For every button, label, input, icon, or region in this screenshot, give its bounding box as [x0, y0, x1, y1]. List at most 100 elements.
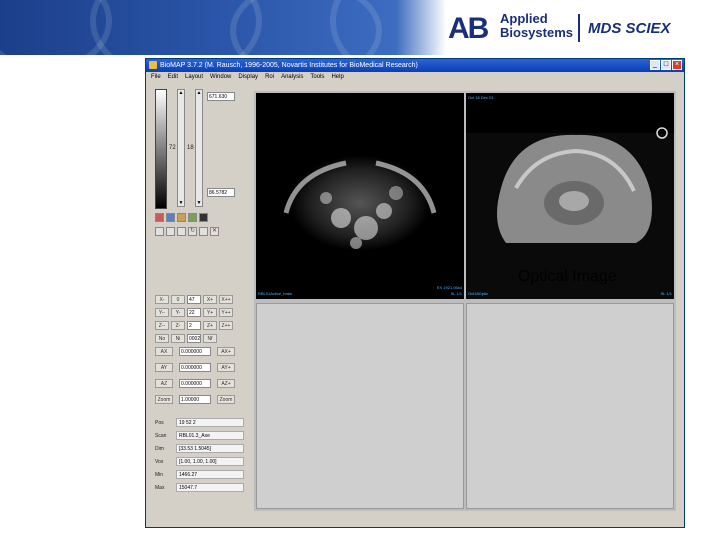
pane-filename: Oct18Optic: [468, 291, 489, 296]
nav-button[interactable]: Ni: [171, 334, 185, 343]
menu-bar: File Edit Layout Window Display Roi Anal…: [146, 72, 684, 83]
transform-value-field[interactable]: 0.000000: [179, 347, 211, 356]
slider-tick-label: 72: [169, 145, 176, 151]
nav-field[interactable]: 2: [187, 321, 201, 330]
menu-roi[interactable]: Roi: [265, 72, 274, 83]
menu-edit[interactable]: Edit: [168, 72, 178, 83]
grayscale-colorbar: [155, 89, 167, 209]
window-max-slider[interactable]: ▲ ▼: [195, 89, 203, 207]
transform-plus-button[interactable]: AY+: [217, 363, 235, 372]
info-value: 1466.27: [176, 470, 244, 479]
mds-sciex-logo: MDS SCIEX: [588, 20, 671, 37]
control-panel: ▲ ▼ ▲ ▼ 72 18 671.630 86.5782 ↻ ✕ X- 0 X+ X…: [149, 85, 251, 525]
nav-button[interactable]: X+: [203, 295, 217, 304]
transform-value-field[interactable]: 1.00000: [179, 395, 211, 404]
refresh-icon[interactable]: ↻: [188, 227, 197, 236]
nav-button[interactable]: Z++: [219, 321, 233, 330]
drop-icon[interactable]: [166, 213, 175, 222]
optical-image-caption: Optical Image: [518, 268, 617, 285]
transform-minus-button[interactable]: AX: [155, 347, 173, 356]
brush-icon[interactable]: [177, 213, 186, 222]
nav-button[interactable]: Y-: [171, 308, 185, 317]
pane-slice: SL 1/1: [450, 291, 462, 296]
menu-layout[interactable]: Layout: [185, 72, 203, 83]
transform-value-field[interactable]: 0.000000: [179, 379, 211, 388]
info-value: 19 52 2: [176, 418, 244, 427]
nav-button[interactable]: Y++: [219, 308, 233, 317]
pane-exposure: EX 1921.06s4: [436, 285, 462, 290]
info-label: Dim: [155, 446, 164, 452]
nav-button[interactable]: X-: [155, 295, 169, 304]
minimize-button[interactable]: _: [650, 60, 660, 70]
logo-separator: [578, 14, 580, 42]
slider-down-arrow[interactable]: ▼: [196, 200, 202, 206]
applied-biosystems-logo-mark: AB: [448, 12, 489, 45]
transform-minus-button[interactable]: AY: [155, 363, 173, 372]
transform-minus-button[interactable]: AZ: [155, 379, 173, 388]
window-min-slider[interactable]: ▲ ▼: [177, 89, 185, 207]
magnify-icon[interactable]: [199, 227, 208, 236]
info-value: [1.00, 1.00, 1.00]: [176, 457, 244, 466]
close-button[interactable]: ×: [672, 60, 682, 70]
gear-icon[interactable]: [188, 213, 197, 222]
close-icon[interactable]: ✕: [210, 227, 219, 236]
min-intensity-field[interactable]: 86.5782: [207, 188, 235, 197]
transform-minus-button[interactable]: Zoom: [155, 395, 173, 404]
active-image-caption: Active Image file: [294, 268, 412, 285]
camera-icon[interactable]: [199, 213, 208, 222]
pane-filename: RBL01Active_brain: [258, 291, 293, 296]
pane-date: Oct 18 Dec 01: [468, 95, 494, 100]
info-value: [33.53 1.5045]: [176, 444, 244, 453]
transform-plus-button[interactable]: AZ+: [217, 379, 235, 388]
logo-line-1: Applied: [500, 11, 548, 26]
info-label: Pos: [155, 420, 164, 426]
app-icon: [149, 61, 157, 69]
nav-button[interactable]: Z+: [203, 321, 217, 330]
nav-field[interactable]: 47: [187, 295, 201, 304]
slider-down-arrow[interactable]: ▼: [178, 200, 184, 206]
nav-button[interactable]: Nf: [203, 334, 217, 343]
maximize-button[interactable]: □: [661, 60, 671, 70]
toolbar-row-1: [155, 213, 208, 222]
nav-field[interactable]: 0002: [187, 334, 201, 343]
nav-button[interactable]: 0: [171, 295, 185, 304]
empty-pane-bottom-left[interactable]: [256, 303, 464, 509]
info-value: 15047.7: [176, 483, 244, 492]
window-titlebar[interactable]: BioMAP 3.7.2 (M. Rausch, 1996-2005, Nova…: [146, 59, 684, 72]
max-intensity-field[interactable]: 671.630: [207, 92, 235, 101]
transform-plus-button[interactable]: Zoom: [217, 395, 235, 404]
layers-icon[interactable]: [166, 227, 175, 236]
info-value: RBL01.3_Axe: [176, 431, 244, 440]
window-title: BioMAP 3.7.2 (M. Rausch, 1996-2005, Nova…: [160, 62, 418, 69]
empty-pane-bottom-right[interactable]: [466, 303, 674, 509]
slider-up-arrow[interactable]: ▲: [196, 90, 202, 96]
image-viewport: RBL01Active_brain EX 1921.06s4 SL 1/1 Oc…: [254, 91, 676, 511]
nav-field[interactable]: 22: [187, 308, 201, 317]
nav-button[interactable]: Y+: [203, 308, 217, 317]
menu-display[interactable]: Display: [238, 72, 258, 83]
grid-icon[interactable]: [155, 227, 164, 236]
slider-up-arrow[interactable]: ▲: [178, 90, 184, 96]
nav-button[interactable]: No: [155, 334, 169, 343]
biomap-window: BioMAP 3.7.2 (M. Rausch, 1996-2005, Nova…: [145, 58, 685, 528]
logo-line-2: Biosystems: [500, 25, 573, 40]
nav-button[interactable]: Y--: [155, 308, 169, 317]
menu-window[interactable]: Window: [210, 72, 231, 83]
info-label: Min: [155, 472, 164, 478]
arrows-icon[interactable]: [177, 227, 186, 236]
menu-help[interactable]: Help: [331, 72, 343, 83]
nav-button[interactable]: Z--: [155, 321, 169, 330]
nav-button[interactable]: X++: [219, 295, 233, 304]
menu-analysis[interactable]: Analysis: [281, 72, 303, 83]
nav-button[interactable]: Z-: [171, 321, 185, 330]
palette-icon[interactable]: [155, 213, 164, 222]
menu-file[interactable]: File: [151, 72, 161, 83]
toolbar-row-2: ↻ ✕: [155, 227, 219, 236]
pane-slice: SL 1/1: [660, 291, 672, 296]
slider-tick-label: 18: [187, 145, 194, 151]
applied-biosystems-logo-text: Applied Biosystems: [500, 12, 573, 40]
transform-plus-button[interactable]: AX+: [217, 347, 235, 356]
transform-value-field[interactable]: 0.000000: [179, 363, 211, 372]
menu-tools[interactable]: Tools: [310, 72, 324, 83]
info-label: Vox: [155, 459, 164, 465]
